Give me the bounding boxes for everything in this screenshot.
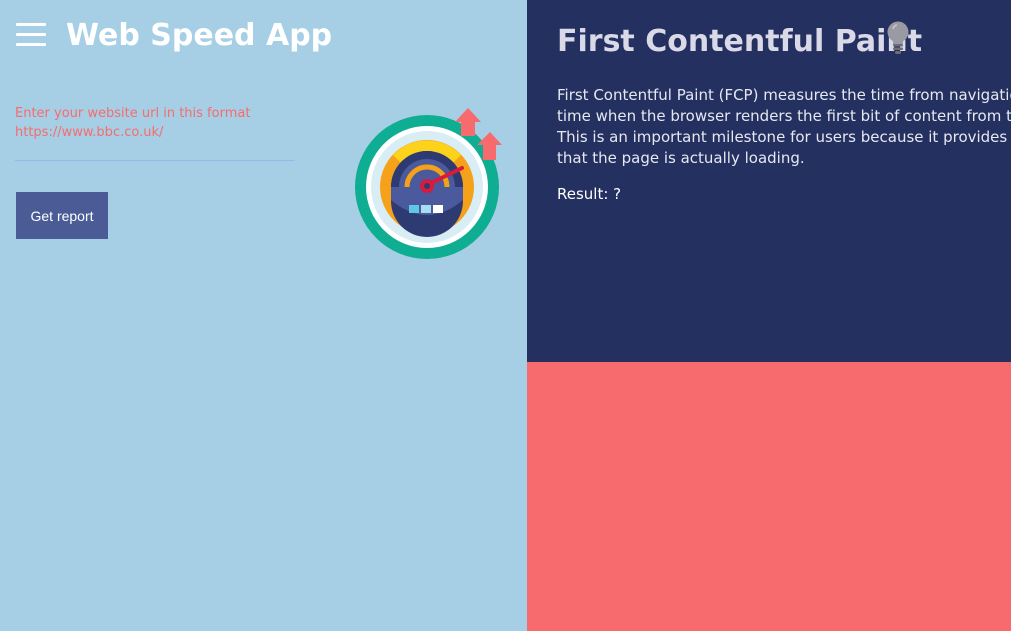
input-panel: Web Speed App Enter your website url in … xyxy=(0,0,527,631)
metric-description-line: time when the browser renders the first … xyxy=(557,107,1011,125)
metric-description: First Contentful Paint (FCP) measures th… xyxy=(557,85,1011,169)
app-title: Web Speed App xyxy=(66,18,333,53)
app-page: Web Speed App Enter your website url in … xyxy=(0,0,1011,631)
url-format-hint-text: Enter your website url in this format xyxy=(15,106,251,121)
url-format-hint: Enter your website url in this format ht… xyxy=(15,104,295,142)
metric-panel: First Contentful Paint First Contentful … xyxy=(527,0,1011,362)
accent-panel xyxy=(527,362,1011,631)
speedometer-icon xyxy=(355,108,502,259)
metric-description-line: First Contentful Paint (FCP) measures th… xyxy=(557,86,1011,104)
get-report-button[interactable]: Get report xyxy=(16,192,108,239)
metric-description-line: that the page is actually loading. xyxy=(557,149,805,167)
menu-button[interactable] xyxy=(16,23,46,47)
hamburger-menu-icon xyxy=(16,33,46,36)
hamburger-menu-icon xyxy=(16,23,46,26)
metric-description-line: This is an important milestone for users… xyxy=(557,128,1011,146)
metric-result: Result: ? xyxy=(557,185,622,203)
lightbulb-icon xyxy=(887,21,909,54)
metric-title: First Contentful Paint xyxy=(557,24,923,59)
hamburger-menu-icon xyxy=(16,43,46,46)
url-input[interactable] xyxy=(15,139,295,161)
